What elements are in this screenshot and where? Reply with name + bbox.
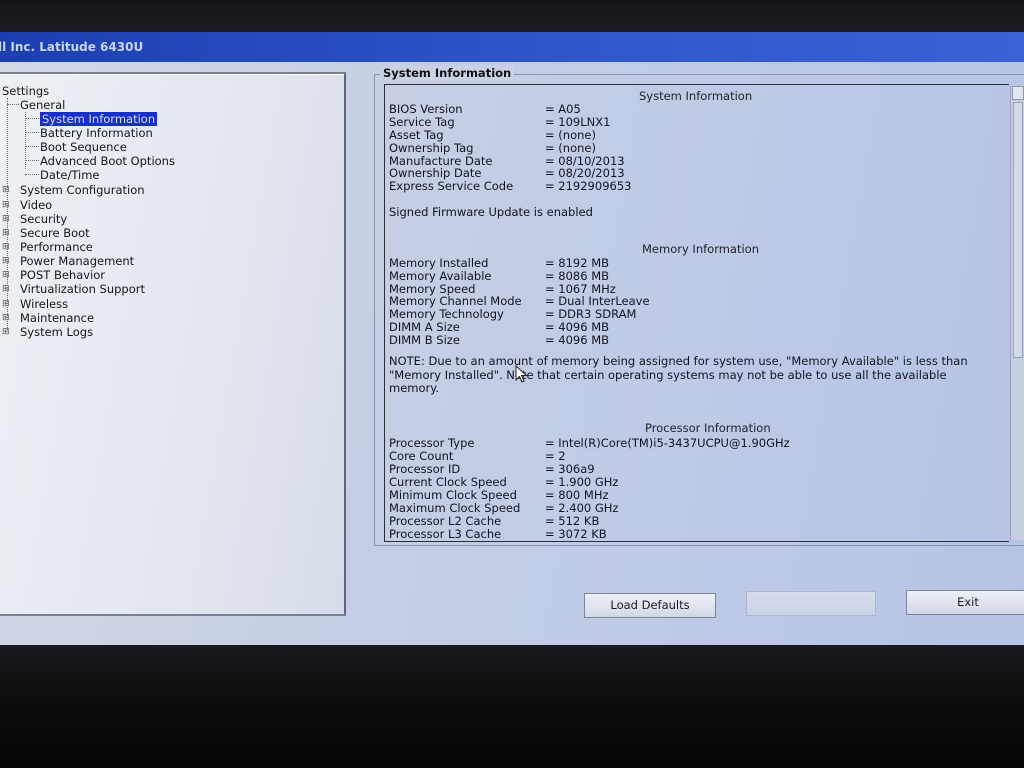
tree-item-boot-sequence[interactable]: Boot Sequence <box>40 140 127 154</box>
expand-icon[interactable]: ⊞ <box>2 268 10 282</box>
section-heading-system: System Information <box>639 89 753 103</box>
expand-icon[interactable]: ⊞ <box>2 325 10 339</box>
tree-item-general[interactable]: General <box>20 98 65 112</box>
info-value: = 4096 MB <box>545 333 610 347</box>
tree-connector <box>25 160 39 161</box>
tree-item-battery-information[interactable]: Battery Information <box>40 126 153 140</box>
tree-item-label: System Logs <box>20 325 94 339</box>
info-scrollbar[interactable] <box>1010 86 1024 540</box>
tree-item-label: Virtualization Support <box>20 282 146 296</box>
section-heading-processor: Processor Information <box>645 421 771 435</box>
tree-connector <box>25 132 39 133</box>
tree-item-post-behavior[interactable]: ⊞ POST Behavior <box>2 268 106 282</box>
monitor-bezel-bottom <box>0 645 1024 768</box>
window-title-bar: ll Inc. Latitude 6430U <box>0 32 1024 62</box>
section-heading-memory: Memory Information <box>642 242 759 256</box>
expand-icon[interactable]: ⊞ <box>2 183 10 197</box>
tree-root-label: Settings <box>2 84 50 98</box>
info-value: = 3072 KB <box>545 527 607 541</box>
tree-item-virtualization-support[interactable]: ⊞ Virtualization Support <box>2 282 146 296</box>
monitor-bezel-top <box>0 0 1024 32</box>
tree-root-settings[interactable]: Settings <box>2 84 49 98</box>
tree-connector <box>25 118 39 119</box>
info-value: = Intel(R)Core(TM)i5-3437UCPU@1.90GHz <box>545 436 790 450</box>
tree-connector <box>7 104 19 105</box>
tree-item-label: Video <box>20 198 53 212</box>
tree-item-security[interactable]: ⊞ Security <box>2 212 68 226</box>
mouse-pointer-icon <box>515 365 528 383</box>
tree-item-label: POST Behavior <box>20 268 106 282</box>
tree-item-label: Boot Sequence <box>40 140 127 154</box>
tree-item-video[interactable]: ⊞ Video <box>2 198 53 212</box>
bios-screen: ll Inc. Latitude 6430U Settings General … <box>0 32 1024 645</box>
tree-item-system-logs[interactable]: ⊞ System Logs <box>2 325 94 339</box>
firmware-status-text: Signed Firmware Update is enabled <box>389 205 593 219</box>
tree-item-label: Secure Boot <box>20 226 90 240</box>
expand-icon[interactable]: ⊞ <box>2 297 10 311</box>
tree-item-label: System Configuration <box>20 183 145 197</box>
info-key: DIMM B Size <box>389 333 460 347</box>
tree-item-label: Security <box>20 212 68 226</box>
settings-tree-panel[interactable]: Settings General System Information Batt… <box>0 72 346 616</box>
tree-item-label: General <box>20 98 66 112</box>
expand-icon[interactable]: ⊞ <box>2 198 10 212</box>
scroll-thumb[interactable] <box>1013 102 1023 358</box>
expand-icon[interactable]: ⊞ <box>2 254 10 268</box>
tree-item-performance[interactable]: ⊞ Performance <box>2 240 93 254</box>
tree-item-label: System Information <box>40 112 158 126</box>
tree-item-maintenance[interactable]: ⊞ Maintenance <box>2 311 95 325</box>
tree-item-system-information[interactable]: System Information <box>40 112 158 126</box>
groupbox-title: System Information <box>380 66 515 80</box>
tree-connector <box>25 174 39 175</box>
info-key: Processor L3 Cache <box>389 527 502 541</box>
window-title: ll Inc. Latitude 6430U <box>0 40 144 54</box>
tree-item-system-configuration[interactable]: ⊞ System Configuration <box>2 183 145 197</box>
expand-icon[interactable]: ⊞ <box>2 212 10 226</box>
tree-item-label: Performance <box>20 240 93 254</box>
expand-icon[interactable]: ⊞ <box>2 282 10 296</box>
memory-note: NOTE: Due to an amount of memory being a… <box>389 354 968 395</box>
tree-item-wireless[interactable]: ⊞ Wireless <box>2 297 69 311</box>
info-key: Express Service Code <box>389 179 514 193</box>
tree-item-label: Maintenance <box>20 311 95 325</box>
tree-item-advanced-boot-options[interactable]: Advanced Boot Options <box>40 154 175 168</box>
tree-item-secure-boot[interactable]: ⊞ Secure Boot <box>2 226 90 240</box>
expand-icon[interactable]: ⊞ <box>2 311 10 325</box>
expand-icon[interactable]: ⊞ <box>2 240 10 254</box>
load-defaults-button[interactable]: Load Defaults <box>584 593 716 618</box>
tree-item-label: Wireless <box>20 297 69 311</box>
tree-item-label: Power Management <box>20 254 135 268</box>
tree-item-date-time[interactable]: Date/Time <box>40 168 100 182</box>
tree-item-label: Date/Time <box>40 168 100 182</box>
exit-button[interactable]: Exit <box>906 590 1024 615</box>
information-content-box[interactable]: System Information BIOS Version = A05 Ser… <box>384 84 1009 542</box>
tree-item-power-management[interactable]: ⊞ Power Management <box>2 254 135 268</box>
scroll-up-arrow-icon[interactable] <box>1012 86 1024 100</box>
tree-item-label: Advanced Boot Options <box>40 154 175 168</box>
tree-item-label: Battery Information <box>40 126 153 140</box>
info-value: = 2192909653 <box>545 179 632 193</box>
apply-button[interactable] <box>746 591 876 616</box>
tree-connector <box>25 146 39 147</box>
expand-icon[interactable]: ⊞ <box>2 226 10 240</box>
